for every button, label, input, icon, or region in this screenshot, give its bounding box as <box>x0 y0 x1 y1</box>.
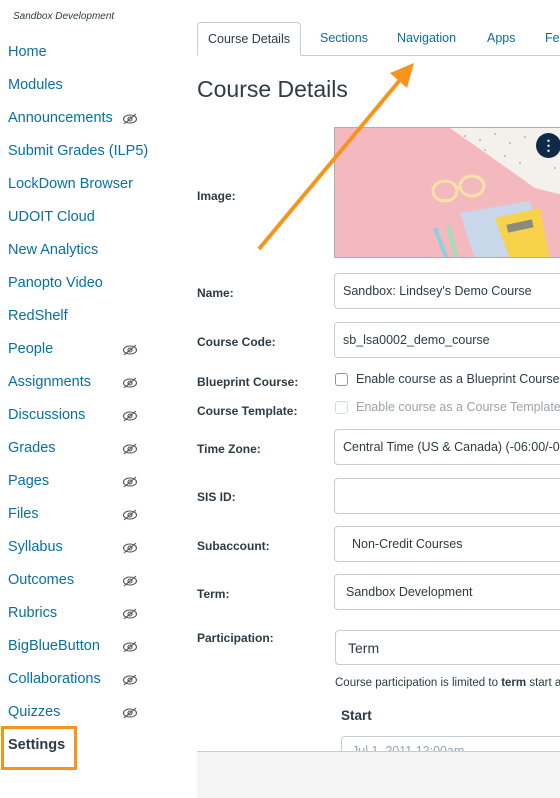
name-label: Name: <box>197 286 234 300</box>
hidden-eye-icon <box>122 706 138 719</box>
start-heading: Start <box>341 708 372 723</box>
sis-id-input[interactable] <box>334 478 560 514</box>
settings-tabs: Course Details Sections Navigation Apps … <box>197 22 560 56</box>
hidden-eye-icon <box>122 409 138 422</box>
hidden-eye-icon <box>122 475 138 488</box>
hidden-eye-icon <box>122 640 138 653</box>
sidebar-item-home[interactable]: Home <box>8 44 47 60</box>
sidebar-item-quizzes[interactable]: Quizzes <box>8 704 60 720</box>
form-footer <box>197 751 560 798</box>
hidden-eye-icon <box>122 112 138 125</box>
sidebar-item-lockdown-browser[interactable]: LockDown Browser <box>8 176 133 192</box>
blueprint-label: Blueprint Course: <box>197 375 299 389</box>
hidden-eye-icon <box>122 607 138 620</box>
sidebar-item-files[interactable]: Files <box>8 506 39 522</box>
course-code-input[interactable]: sb_lsa0002_demo_course <box>334 322 560 358</box>
term-label: Term: <box>197 587 230 601</box>
sidebar-item-syllabus[interactable]: Syllabus <box>8 539 63 555</box>
sidebar-item-announcements[interactable]: Announcements <box>8 110 113 126</box>
sidebar-item-rubrics[interactable]: Rubrics <box>8 605 57 621</box>
course-code-label: Course Code: <box>197 335 276 349</box>
course-template-checkbox <box>335 401 348 414</box>
hidden-eye-icon <box>122 376 138 389</box>
time-zone-label: Time Zone: <box>197 442 261 456</box>
course-template-label: Course Template: <box>197 404 298 418</box>
hidden-eye-icon <box>122 343 138 356</box>
subaccount-label: Subaccount: <box>197 539 270 553</box>
breadcrumb-term: Sandbox Development <box>13 11 115 22</box>
participation-select[interactable]: Term <box>335 630 560 665</box>
hidden-eye-icon <box>122 442 138 455</box>
tab-course-details[interactable]: Course Details <box>197 22 301 56</box>
participation-note-text-end: start and end dates. <box>529 677 560 689</box>
arrow-head <box>390 63 414 88</box>
hidden-eye-icon <box>122 508 138 521</box>
term-select[interactable]: Sandbox Development <box>334 574 560 610</box>
tab-feature-options[interactable]: Feature Options <box>545 22 560 55</box>
sidebar-item-pages[interactable]: Pages <box>8 473 49 489</box>
blueprint-checkbox-label[interactable]: Enable course as a Blueprint Course <box>356 372 560 386</box>
sidebar-item-panopto-video[interactable]: Panopto Video <box>8 275 103 291</box>
settings-highlight-box <box>1 726 77 770</box>
participation-label: Participation: <box>197 631 274 645</box>
sidebar-item-people[interactable]: People <box>8 341 53 357</box>
tab-apps[interactable]: Apps <box>487 22 516 55</box>
image-options-button[interactable]: ⋮ <box>536 133 560 158</box>
tab-sections[interactable]: Sections <box>320 22 368 55</box>
sidebar-item-modules[interactable]: Modules <box>8 77 63 93</box>
subaccount-select[interactable]: Non-Credit Courses <box>334 526 560 562</box>
sidebar-item-udoit-cloud[interactable]: UDOIT Cloud <box>8 209 95 225</box>
time-zone-select[interactable]: Central Time (US & Canada) (-06:00/-05:0… <box>334 429 560 465</box>
hidden-eye-icon <box>122 673 138 686</box>
sidebar-item-grades[interactable]: Grades <box>8 440 56 456</box>
course-name-input[interactable]: Sandbox: Lindsey's Demo Course <box>334 273 560 309</box>
sis-id-label: SIS ID: <box>197 490 236 504</box>
sidebar-item-discussions[interactable]: Discussions <box>8 407 85 423</box>
sidebar-item-redshelf[interactable]: RedShelf <box>8 308 68 324</box>
sidebar-item-bigbluebutton[interactable]: BigBlueButton <box>8 638 100 654</box>
page-title: Course Details <box>197 76 348 102</box>
sidebar-item-outcomes[interactable]: Outcomes <box>8 572 74 588</box>
image-label: Image: <box>197 189 236 203</box>
sidebar-item-collaborations[interactable]: Collaborations <box>8 671 101 687</box>
participation-note: Course participation is limited to term … <box>335 677 560 689</box>
sidebar-item-new-analytics[interactable]: New Analytics <box>8 242 98 258</box>
sidebar-item-submit-grades-ilp5[interactable]: Submit Grades (ILP5) <box>8 143 148 159</box>
tab-navigation[interactable]: Navigation <box>397 22 456 55</box>
hidden-eye-icon <box>122 541 138 554</box>
hidden-eye-icon <box>122 574 138 587</box>
blueprint-checkbox[interactable] <box>335 373 348 386</box>
participation-note-text: Course participation is limited to <box>335 677 502 689</box>
course-navigation: Sandbox Development Home Modules Announcem… <box>0 0 190 797</box>
course-template-checkbox-label: Enable course as a Course Template <box>356 400 560 414</box>
course-image-illustration <box>335 128 560 257</box>
course-image[interactable] <box>334 127 560 258</box>
sidebar-item-assignments[interactable]: Assignments <box>8 374 91 390</box>
participation-note-bold: term <box>501 677 527 689</box>
